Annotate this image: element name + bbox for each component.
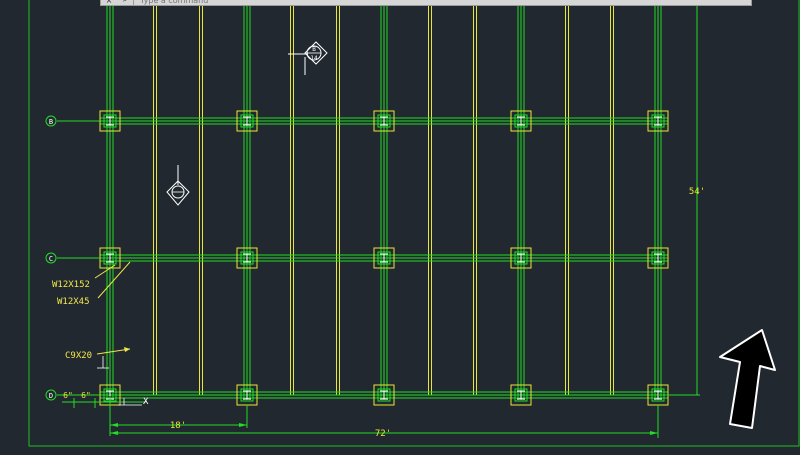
grid-bubble-label: B bbox=[49, 118, 53, 126]
beam-size-label: W12X45 bbox=[57, 297, 90, 307]
grid-bubble-label: C bbox=[49, 255, 53, 263]
drawing-canvas[interactable]: B C D B 14 54' 18' 72' 6" 6" X W12X152 W… bbox=[0, 0, 800, 451]
column-size-label: W12X152 bbox=[52, 280, 90, 290]
command-line[interactable]: × ⌕ bbox=[100, 0, 752, 6]
north-arrow-icon bbox=[719, 329, 776, 429]
dimension-a: 6" bbox=[63, 391, 73, 400]
drawing-svg: B C D B 14 54' 18' 72' 6" 6" X W12X152 W… bbox=[28, 0, 800, 447]
close-icon[interactable]: × bbox=[101, 0, 117, 5]
girder-group bbox=[106, 0, 662, 400]
command-tool-icon[interactable]: ⌕ bbox=[117, 0, 133, 5]
dimension-total-width: 72' bbox=[375, 429, 391, 439]
column-label[interactable]: W12X152 bbox=[52, 264, 116, 290]
layout-frame bbox=[28, 0, 800, 447]
grid-bubble-d[interactable]: D bbox=[45, 389, 100, 401]
channel-size-label: C9X20 bbox=[65, 351, 92, 361]
grid-bubble-b[interactable]: B bbox=[45, 115, 100, 127]
section-marker-top-label: B bbox=[312, 46, 316, 53]
ucs-x-label: X bbox=[143, 397, 149, 407]
dimension-b: 6" bbox=[81, 391, 91, 400]
section-marker-left[interactable] bbox=[166, 165, 190, 206]
section-marker-top-number: 14 bbox=[310, 55, 318, 62]
dimension-bay: 18' bbox=[170, 421, 186, 431]
dimension-total-height: 54' bbox=[689, 187, 705, 197]
dimension-horizontal[interactable]: 18' 72' bbox=[109, 396, 659, 439]
grid-bubble-label: D bbox=[49, 392, 53, 400]
channel-label[interactable]: C9X20 bbox=[65, 347, 131, 369]
dimension-vertical[interactable]: 54' bbox=[658, 0, 705, 396]
command-input[interactable] bbox=[134, 0, 446, 5]
grid-bubble-c[interactable]: C bbox=[45, 252, 100, 264]
